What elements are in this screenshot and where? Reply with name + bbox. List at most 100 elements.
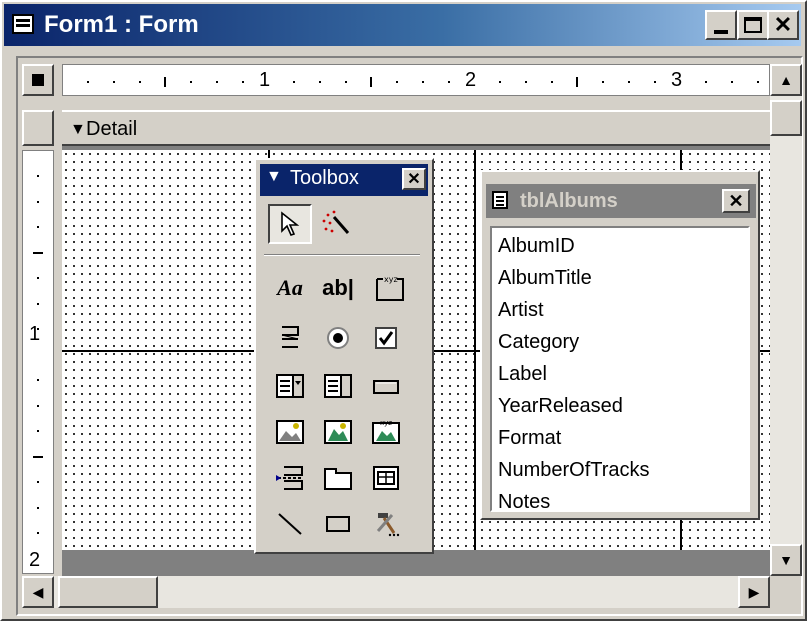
field-item-category[interactable]: Category: [498, 326, 579, 358]
form-selector[interactable]: [22, 64, 54, 96]
toolbox-title: Toolbox: [290, 167, 359, 189]
scroll-right-button[interactable]: ▶: [738, 576, 770, 608]
field-item-format[interactable]: Format: [498, 422, 561, 454]
field-item-notes[interactable]: Notes: [498, 486, 550, 510]
toggle-button-icon: [281, 326, 299, 348]
scroll-up-icon: ▲: [779, 72, 793, 88]
tab-control-tool[interactable]: [316, 458, 360, 498]
option-group-icon: xyz: [376, 275, 404, 301]
form-icon: [12, 14, 34, 34]
ruler-dot: [627, 81, 630, 83]
subform-tool[interactable]: [364, 458, 408, 498]
ruler-dot: [87, 81, 89, 83]
label-tool[interactable]: Aa: [268, 268, 312, 308]
close-icon: ✕: [407, 171, 421, 188]
ruler-dot: [318, 81, 321, 83]
ruler-dot: [524, 81, 527, 83]
ruler-dot: [730, 81, 733, 83]
toolbox-window[interactable]: ▼ Toolbox ✕ Aa ab| xyz xyz: [254, 158, 434, 554]
check-box-tool[interactable]: [364, 318, 408, 358]
select-objects-tool[interactable]: [268, 204, 312, 244]
ruler-dot: [37, 175, 39, 177]
ruler-tick: [33, 251, 43, 254]
scroll-down-icon: ▼: [779, 552, 793, 568]
bound-object-frame-tool[interactable]: xyz: [364, 412, 408, 452]
command-button-icon: [373, 380, 399, 394]
toggle-button-tool[interactable]: [268, 318, 312, 358]
ruler-dot: [37, 200, 39, 203]
ruler-label: 1: [259, 69, 271, 91]
ruler-label: 2: [465, 69, 477, 91]
ruler-dot: [112, 81, 115, 83]
scroll-down-button[interactable]: ▼: [770, 544, 802, 576]
line-icon: [278, 513, 302, 535]
ruler-tick: [33, 455, 43, 458]
text-box-tool[interactable]: ab|: [316, 268, 360, 308]
ruler-tick: [370, 77, 373, 87]
field-item-albumtitle[interactable]: AlbumTitle: [498, 262, 592, 294]
field-list-close-button[interactable]: ✕: [722, 189, 750, 213]
more-controls-tool[interactable]: [364, 504, 408, 544]
ruler-dot: [37, 481, 39, 483]
toolbox-close-button[interactable]: ✕: [402, 168, 426, 190]
list-box-tool[interactable]: [316, 366, 360, 406]
detail-section-bar[interactable]: ▼ Detail: [62, 110, 770, 146]
horizontal-scrollbar[interactable]: ◀ ▶: [22, 576, 770, 608]
option-group-tool[interactable]: xyz: [368, 268, 412, 308]
ruler-tick: [576, 77, 579, 87]
window-title: Form1 : Form: [44, 11, 199, 38]
subform-icon: [373, 466, 399, 490]
maximize-button[interactable]: [737, 10, 769, 40]
ruler-label: 1: [29, 323, 41, 345]
field-list[interactable]: AlbumID AlbumTitle Artist Category Label…: [490, 226, 750, 512]
unbound-object-frame-tool[interactable]: [316, 412, 360, 452]
field-item-label[interactable]: Label: [498, 358, 547, 390]
toolbox-titlebar[interactable]: ▼ Toolbox ✕: [260, 164, 428, 196]
list-box-icon: [324, 374, 352, 398]
vertical-scrollbar[interactable]: ▲ ▼: [770, 64, 802, 576]
scroll-right-icon: ▶: [748, 583, 760, 600]
maximize-icon: [744, 17, 762, 33]
field-item-artist[interactable]: Artist: [498, 294, 544, 326]
image-tool[interactable]: [268, 412, 312, 452]
field-item-albumid[interactable]: AlbumID: [498, 230, 575, 262]
horizontal-ruler[interactable]: 1 2 3: [62, 64, 770, 96]
minimize-button[interactable]: [705, 10, 737, 40]
svg-text:xyz: xyz: [384, 275, 398, 284]
toolbox-menu-icon[interactable]: ▼: [266, 168, 282, 186]
ruler-dot: [499, 81, 501, 83]
rectangle-tool[interactable]: [316, 504, 360, 544]
ruler-dot: [756, 81, 759, 83]
command-button-tool[interactable]: [364, 366, 408, 406]
ruler-label: 3: [671, 69, 683, 91]
section-selector[interactable]: [22, 110, 54, 146]
window-titlebar[interactable]: Form1 : Form ✕: [4, 4, 801, 46]
ruler-dot: [37, 506, 39, 509]
ruler-dot: [705, 81, 707, 83]
vertical-scroll-thumb[interactable]: [770, 100, 802, 136]
ruler-dot: [37, 379, 39, 381]
scroll-up-button[interactable]: ▲: [770, 64, 802, 96]
page-break-tool[interactable]: [268, 458, 312, 498]
option-button-tool[interactable]: [316, 318, 360, 358]
hammer-wrench-icon: [376, 513, 400, 537]
close-button[interactable]: ✕: [767, 10, 799, 40]
scroll-left-button[interactable]: ◀: [22, 576, 54, 608]
control-wizards-tool[interactable]: [314, 204, 358, 244]
field-item-numberoftracks[interactable]: NumberOfTracks: [498, 454, 650, 486]
ruler-dot: [37, 430, 39, 432]
field-item-yearreleased[interactable]: YearReleased: [498, 390, 623, 422]
field-list-window[interactable]: tblAlbums ✕ AlbumID AlbumTitle Artist Ca…: [480, 170, 760, 520]
combo-box-tool[interactable]: [268, 366, 312, 406]
ruler-dot: [396, 81, 398, 83]
grid-line: [474, 150, 476, 550]
text-box-icon: ab|: [322, 275, 354, 300]
vertical-ruler[interactable]: 1 2: [22, 150, 54, 574]
ruler-dot: [37, 302, 39, 305]
horizontal-scroll-thumb[interactable]: [58, 576, 158, 608]
line-tool[interactable]: [268, 504, 312, 544]
ruler-dot: [37, 532, 39, 534]
field-list-titlebar[interactable]: tblAlbums ✕: [486, 184, 756, 218]
ruler-dot: [190, 81, 192, 83]
combo-box-icon: [276, 374, 304, 398]
